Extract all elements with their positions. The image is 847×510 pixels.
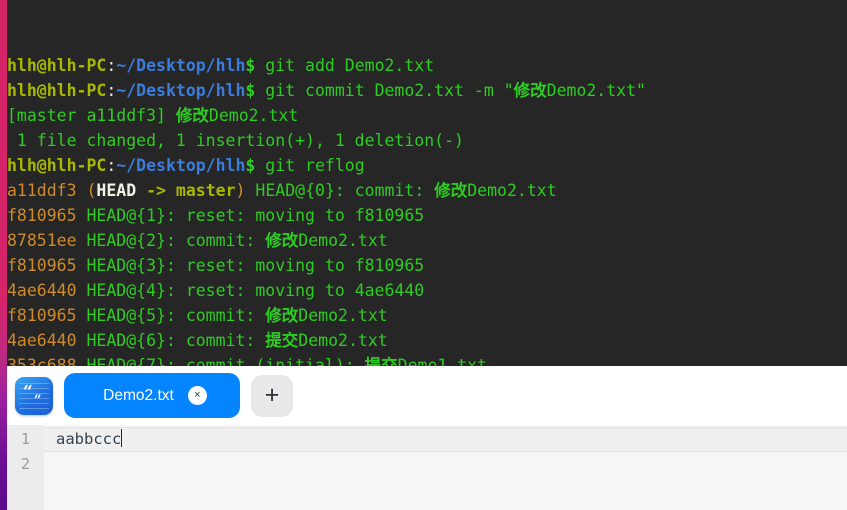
reflog-entry: HEAD@{6}: commit: <box>76 331 266 350</box>
commit-message: Demo2.txt <box>467 181 557 200</box>
terminal-command: Demo2.txt" <box>546 81 646 100</box>
commit-message-cjk: 提交 <box>364 356 398 366</box>
commit-message-cjk: 修改 <box>265 306 299 325</box>
commit-hash: 4ae6440 <box>7 281 77 300</box>
branch-ref: master <box>175 181 236 200</box>
reflog-entry: HEAD@{5}: commit: <box>76 306 266 325</box>
terminal-output: hlh@hlh-PC:~/Desktop/hlh$ git add Demo2.… <box>7 53 847 366</box>
screen-root: hlh@hlh-PC:~/Desktop/hlh$ git add Demo2.… <box>0 0 847 510</box>
prompt-dollar: $ <box>245 81 256 100</box>
prompt-colon: : <box>106 81 117 100</box>
terminal-output-text-cjk: 修改 <box>175 106 209 125</box>
commit-hash: f810965 <box>7 206 77 225</box>
reflog-entry: HEAD@{7}: commit (initial): <box>76 356 365 366</box>
paren-open: ( <box>76 181 97 200</box>
prompt-user: hlh@hlh-PC <box>7 156 107 175</box>
quote-glyph-large: “ <box>23 381 33 402</box>
prompt-path: ~/Desktop/hlh <box>116 56 246 75</box>
reflog-entry: HEAD@{0}: commit: <box>245 181 435 200</box>
terminal-command: git add Demo2.txt <box>255 56 435 75</box>
text-editor-panel: “ ” Demo2.txt × + 12 aabbccc <box>7 366 847 510</box>
prompt-colon: : <box>106 56 117 75</box>
code-content[interactable]: aabbccc <box>44 425 847 510</box>
terminal-line: f810965 HEAD@{1}: reset: moving to f8109… <box>7 203 847 228</box>
commit-message-cjk: 修改 <box>265 231 299 250</box>
editor-tab-bar: “ ” Demo2.txt × + <box>7 366 847 425</box>
terminal-line: 4ae6440 HEAD@{6}: commit: 提交Demo2.txt <box>7 328 847 353</box>
prompt-user: hlh@hlh-PC <box>7 81 107 100</box>
terminal-line: [master a11ddf3] 修改Demo2.txt <box>7 103 847 128</box>
reflog-entry: HEAD@{4}: reset: moving to 4ae6440 <box>76 281 425 300</box>
terminal-line: hlh@hlh-PC:~/Desktop/hlh$ git reflog <box>7 153 847 178</box>
commit-hash: f810965 <box>7 256 77 275</box>
commit-hash: 87851ee <box>7 231 77 250</box>
commit-hash: a11ddf3 <box>7 181 77 200</box>
terminal-line: 1 file changed, 1 insertion(+), 1 deleti… <box>7 128 847 153</box>
terminal-line: f810965 HEAD@{3}: reset: moving to f8109… <box>7 253 847 278</box>
line-number: 1 <box>20 430 31 448</box>
code-editor-area[interactable]: 12 aabbccc <box>7 425 847 510</box>
window-accent-stripe <box>0 0 7 510</box>
new-tab-button[interactable]: + <box>251 374 293 417</box>
notes-app-icon: “ ” <box>15 376 53 415</box>
ref-arrow: -> <box>136 181 176 200</box>
code-line-text: aabbccc <box>56 430 122 448</box>
terminal-window[interactable]: hlh@hlh-PC:~/Desktop/hlh$ git add Demo2.… <box>0 0 847 366</box>
prompt-user: hlh@hlh-PC <box>7 56 107 75</box>
commit-message-cjk: 修改 <box>434 181 468 200</box>
prompt-dollar: $ <box>245 56 256 75</box>
terminal-output-text: Demo2.txt <box>208 106 299 125</box>
prompt-dollar: $ <box>245 156 256 175</box>
quote-glyph-small: ” <box>34 392 42 408</box>
commit-message: Demo2.txt <box>298 331 388 350</box>
tab-label: Demo2.txt <box>103 386 174 404</box>
terminal-line: hlh@hlh-PC:~/Desktop/hlh$ git commit Dem… <box>7 78 847 103</box>
terminal-command: git commit Demo2.txt -m " <box>255 81 514 100</box>
prompt-path: ~/Desktop/hlh <box>116 81 246 100</box>
prompt-colon: : <box>106 156 117 175</box>
line-number: 2 <box>20 455 31 473</box>
code-line[interactable]: aabbccc <box>44 427 847 452</box>
head-ref: HEAD <box>96 181 137 200</box>
commit-hash: f810965 <box>7 306 77 325</box>
terminal-line: 4ae6440 HEAD@{4}: reset: moving to 4ae64… <box>7 278 847 303</box>
close-icon[interactable]: × <box>187 386 207 405</box>
terminal-command: git reflog <box>255 156 365 175</box>
prompt-path: ~/Desktop/hlh <box>116 156 246 175</box>
code-line[interactable] <box>44 452 847 477</box>
commit-message: Demo2.txt <box>298 306 388 325</box>
terminal-output-text: 1 file changed, 1 insertion(+), 1 deleti… <box>7 131 464 150</box>
commit-hash: 4ae6440 <box>7 331 77 350</box>
tab-demo2-txt[interactable]: Demo2.txt × <box>64 373 240 418</box>
reflog-entry: HEAD@{3}: reset: moving to f810965 <box>76 256 425 275</box>
terminal-command-cjk: 修改 <box>513 81 547 100</box>
terminal-line: 87851ee HEAD@{2}: commit: 修改Demo2.txt <box>7 228 847 253</box>
terminal-output-text: [master a11ddf3] <box>7 106 176 125</box>
commit-message-cjk: 提交 <box>265 331 299 350</box>
terminal-line: f810965 HEAD@{5}: commit: 修改Demo2.txt <box>7 303 847 328</box>
commit-message: Demo1.txt <box>397 356 488 366</box>
terminal-line: 353c688 HEAD@{7}: commit (initial): 提交De… <box>7 353 847 366</box>
reflog-entry: HEAD@{1}: reset: moving to f810965 <box>76 206 425 225</box>
commit-message: Demo2.txt <box>298 231 388 250</box>
terminal-line: hlh@hlh-PC:~/Desktop/hlh$ git add Demo2.… <box>7 53 847 78</box>
terminal-line: a11ddf3 (HEAD -> master) HEAD@{0}: commi… <box>7 178 847 203</box>
paren-close: ) <box>235 181 246 200</box>
text-caret <box>121 429 123 447</box>
reflog-entry: HEAD@{2}: commit: <box>76 231 266 250</box>
line-number-gutter: 12 <box>7 425 44 510</box>
commit-hash: 353c688 <box>7 356 77 366</box>
